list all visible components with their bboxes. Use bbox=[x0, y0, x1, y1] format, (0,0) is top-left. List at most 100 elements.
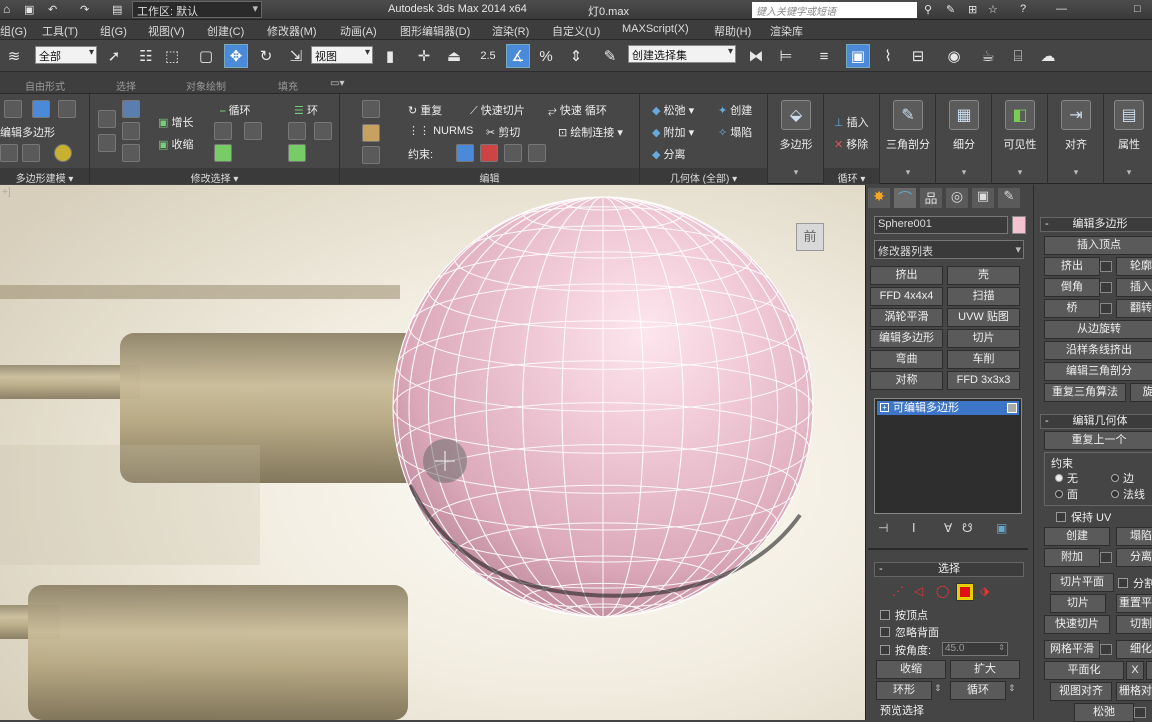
mod-ffd444-button[interactable]: FFD 4x4x4 bbox=[870, 287, 943, 306]
pivot-center-icon[interactable]: ▮ bbox=[378, 44, 402, 68]
create-button[interactable]: 创建 bbox=[1044, 527, 1110, 546]
ignore-backfacing-checkbox[interactable]: 忽略背面 bbox=[880, 624, 939, 640]
subdivision-button[interactable]: ▦ 细分 ▾ bbox=[939, 100, 989, 180]
vertex-level-icon[interactable]: ⋰ bbox=[892, 584, 904, 598]
quickslice-button[interactable]: ⟋ 快速切片 bbox=[470, 102, 525, 118]
menu-item-create[interactable]: 创建(C) bbox=[207, 23, 244, 39]
menu-item-help[interactable]: 帮助(H) bbox=[714, 23, 751, 39]
percent-snap-icon[interactable]: % bbox=[534, 44, 558, 68]
preserve-uv-checkbox[interactable]: 保持 UV bbox=[1056, 509, 1111, 525]
utilities-tab-icon[interactable]: ✎ bbox=[998, 188, 1020, 208]
edit-geometry-rollout-header[interactable]: - 编辑几何体 bbox=[1040, 414, 1152, 429]
minus-icon[interactable] bbox=[244, 122, 262, 140]
mod-extrude-button[interactable]: 挤出 bbox=[870, 266, 943, 285]
mod-turbosmooth-button[interactable]: 涡轮平滑 bbox=[870, 308, 943, 327]
extrude-along-spline-button[interactable]: 沿样条线挤出 bbox=[1044, 341, 1152, 360]
nurms-button[interactable]: ⋮⋮ NURMS bbox=[408, 124, 473, 137]
tab-object-paint[interactable]: 对象绘制 bbox=[186, 78, 226, 93]
modify-selection-label[interactable]: 修改选择 bbox=[191, 174, 231, 185]
selection-icon[interactable] bbox=[98, 110, 116, 128]
menu-item-maxscript[interactable]: MAXScript(X) bbox=[622, 23, 689, 35]
hinge-from-edge-button[interactable]: 从边旋转 bbox=[1044, 320, 1152, 339]
shrink-button[interactable]: ▣ 收缩 bbox=[158, 136, 193, 152]
swiftloop-button[interactable]: ⥂ 快速 循环 bbox=[548, 102, 607, 118]
edit-polygons-rollout-header[interactable]: - 编辑多边形 bbox=[1040, 217, 1152, 232]
align-icon[interactable]: ⊨ bbox=[774, 44, 798, 68]
bridge-button[interactable]: 桥 bbox=[1044, 299, 1100, 318]
align-button[interactable]: ⇥ 对齐 ▾ bbox=[1051, 100, 1101, 180]
detach-button[interactable]: ◆ 分离 bbox=[652, 146, 686, 162]
menu-item-tools[interactable]: 工具(T) bbox=[42, 23, 78, 39]
collapse-stack-icon[interactable] bbox=[22, 144, 40, 162]
bridge-settings-icon[interactable] bbox=[1100, 303, 1112, 314]
geometry-group-label[interactable]: 几何体 (全部) bbox=[670, 174, 729, 185]
select-loop-icon[interactable] bbox=[122, 144, 140, 162]
mod-sweep-button[interactable]: 扫描 bbox=[947, 287, 1020, 306]
pin-stack-icon[interactable]: ⊣ bbox=[878, 521, 888, 535]
motion-tab-icon[interactable]: ◎ bbox=[946, 188, 968, 208]
outline-button[interactable]: 轮廓 bbox=[1116, 257, 1152, 276]
star-icon[interactable]: ☆ bbox=[988, 3, 998, 16]
bevel-settings-icon[interactable] bbox=[1100, 282, 1112, 293]
loop-button[interactable]: ⎯ 循环 bbox=[220, 102, 251, 118]
app-menu-icon[interactable]: ⌂ bbox=[3, 2, 10, 16]
plus-icon[interactable] bbox=[288, 122, 306, 140]
mod-editpoly-button[interactable]: 编辑多边形 bbox=[870, 329, 943, 348]
by-angle-checkbox[interactable]: 按角度: bbox=[880, 642, 931, 658]
preserve-uv-icon[interactable] bbox=[362, 100, 380, 118]
modifier-stack[interactable]: + 可编辑多边形 bbox=[874, 398, 1022, 514]
constraint-none-radio[interactable]: 无 bbox=[1055, 470, 1078, 486]
collapse-button[interactable]: ✧ 塌陷 bbox=[718, 124, 752, 140]
mod-slice-button[interactable]: 切片 bbox=[947, 329, 1020, 348]
turn-button[interactable]: 旋 bbox=[1130, 383, 1152, 402]
grid-align-button[interactable]: 栅格对齐 bbox=[1116, 682, 1152, 701]
constraint-normal-radio[interactable]: 法线 bbox=[1111, 486, 1145, 502]
cart-icon[interactable]: ⊞ bbox=[968, 3, 977, 16]
manipulate-icon[interactable]: ✛ bbox=[412, 44, 436, 68]
reset-plane-button[interactable]: 重置平面 bbox=[1116, 594, 1152, 613]
vertex-mode-icon[interactable] bbox=[4, 100, 22, 118]
grow-selection-button[interactable]: 扩大 bbox=[950, 660, 1020, 679]
relax-button[interactable]: ◆ 松弛 ▾ bbox=[652, 102, 694, 118]
viewcube[interactable]: 前 bbox=[796, 223, 824, 251]
detach-button[interactable]: 分离 bbox=[1116, 548, 1152, 567]
tessellate-button[interactable]: 细化 bbox=[1116, 640, 1152, 659]
render-production-icon[interactable]: ☁ bbox=[1036, 44, 1060, 68]
insert-loop-button[interactable]: ⊥ 插入 bbox=[834, 114, 869, 130]
relax-button[interactable]: 松弛 bbox=[1074, 703, 1134, 722]
select-shrink-icon[interactable] bbox=[122, 122, 140, 140]
show-end-result-icon[interactable]: Ⅰ bbox=[912, 521, 916, 535]
extrude-settings-icon[interactable] bbox=[1100, 261, 1112, 272]
help-icon[interactable]: ? bbox=[1020, 3, 1026, 15]
render-setup-icon[interactable]: ☕ bbox=[976, 44, 1000, 68]
modify-tab-icon[interactable]: ⌒ bbox=[894, 188, 916, 208]
select-object-icon[interactable]: ➚ bbox=[102, 44, 126, 68]
tab-freeform[interactable]: 自由形式 bbox=[25, 78, 65, 93]
spinner-snap-icon[interactable]: ⇕ bbox=[564, 44, 588, 68]
constraint-face-radio[interactable]: 面 bbox=[1055, 486, 1078, 502]
keyboard-shortcut-icon[interactable]: ⏏ bbox=[442, 44, 466, 68]
configure-sets-icon[interactable]: ▣ bbox=[996, 521, 1007, 535]
modify-mode-icon[interactable] bbox=[0, 144, 18, 162]
ring-spinner-icon[interactable]: ⇕ bbox=[934, 683, 942, 694]
reference-coordinate-dropdown[interactable]: 视图 ▾ bbox=[311, 46, 373, 64]
save-icon[interactable]: ▣ bbox=[24, 3, 34, 16]
loop-button[interactable]: 循环 bbox=[950, 681, 1006, 700]
element-mode-icon[interactable] bbox=[58, 100, 76, 118]
hierarchy-tab-icon[interactable]: 品 bbox=[920, 188, 942, 208]
view-align-button[interactable]: 视图对齐 bbox=[1050, 682, 1112, 701]
insert-vertex-button[interactable]: 插入顶点 bbox=[1044, 236, 1152, 255]
stack-item-editable-poly[interactable]: + 可编辑多边形 bbox=[877, 401, 1019, 415]
remove-modifier-icon[interactable]: ☋ bbox=[962, 521, 973, 535]
edit-named-selection-icon[interactable]: ✎ bbox=[598, 44, 622, 68]
meshsmooth-settings-icon[interactable] bbox=[1100, 644, 1112, 655]
window-crossing-icon[interactable]: ▢ bbox=[194, 44, 218, 68]
grow-button[interactable]: ▣ 增长 bbox=[158, 114, 193, 130]
ring-mode-icon[interactable] bbox=[288, 144, 306, 162]
create-tab-icon[interactable]: ✸ bbox=[868, 188, 890, 208]
modifier-list-dropdown[interactable]: 修改器列表 ▾ bbox=[874, 240, 1024, 259]
project-icon[interactable]: ▤ bbox=[112, 3, 122, 16]
planarize-button[interactable]: 平面化 bbox=[1044, 661, 1124, 680]
undo-icon[interactable]: ↶ bbox=[48, 3, 57, 16]
mod-symmetry-button[interactable]: 对称 bbox=[870, 371, 943, 390]
